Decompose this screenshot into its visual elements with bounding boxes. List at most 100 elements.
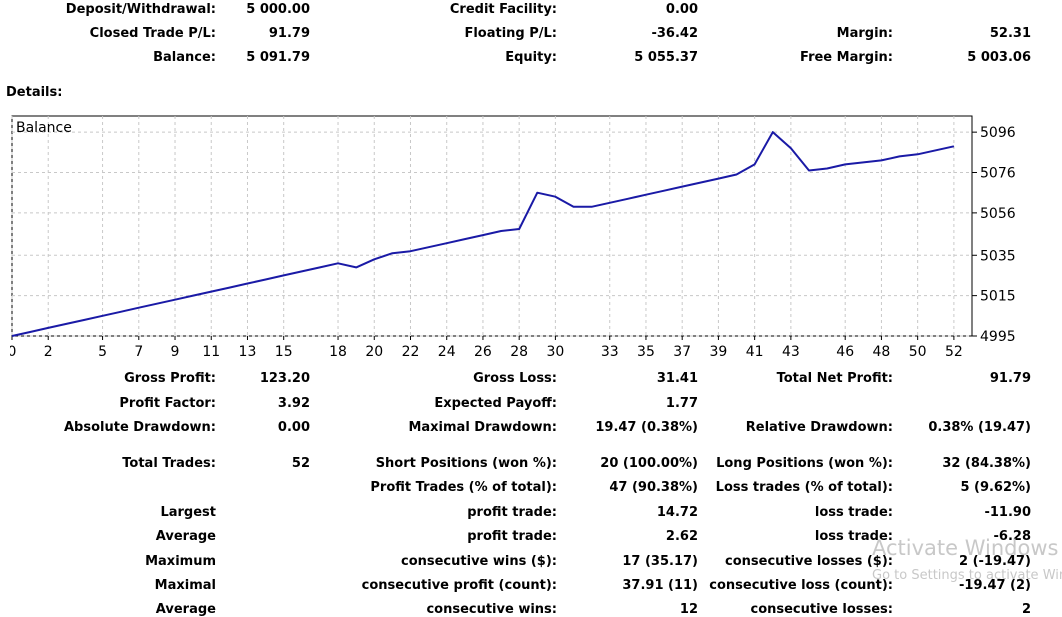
- stats-value: 0.00: [277, 420, 310, 435]
- stats-value: 123.20: [259, 371, 310, 386]
- stats-value: -11.90: [984, 505, 1031, 520]
- summary-label: Closed Trade P/L:: [89, 26, 216, 41]
- stats-label: profit trade:: [467, 505, 557, 520]
- stats-label: consecutive losses ($):: [725, 554, 893, 569]
- y-tick-label: 5035: [980, 248, 1016, 264]
- stats-label: Average: [155, 602, 216, 617]
- details-label: Details:: [6, 85, 63, 100]
- stats-value: 32 (84.38%): [942, 456, 1031, 471]
- x-tick-label: 18: [329, 344, 347, 360]
- x-tick-label: 52: [945, 344, 963, 360]
- stats-value: 52: [291, 456, 310, 471]
- chart-title: Balance: [16, 120, 72, 136]
- x-tick-label: 11: [202, 344, 220, 360]
- balance-chart-svg: 4995501550355056507650960 2 5 7 9 11 13 15 18 20 2…: [8, 115, 1016, 360]
- summary-label: Equity:: [505, 50, 557, 65]
- summary-label: Floating P/L:: [464, 26, 557, 41]
- summary-value: 5 091.79: [246, 50, 310, 65]
- x-tick-label: 7: [134, 344, 143, 360]
- stats-label: Loss trades (% of total):: [715, 480, 893, 495]
- y-tick-label: 5096: [980, 125, 1016, 141]
- stats-label: Profit Factor:: [119, 396, 216, 411]
- x-tick-label: 35: [637, 344, 655, 360]
- stats-label: Total Net Profit:: [776, 371, 893, 386]
- stats-label: Average: [155, 529, 216, 544]
- stats-label: Maximum: [145, 554, 216, 569]
- stats-value: 14.72: [656, 505, 698, 520]
- stats-value: 2: [1021, 602, 1031, 617]
- stats-value: 91.79: [989, 371, 1031, 386]
- summary-value: -36.42: [651, 26, 698, 41]
- stats-value: 17 (35.17): [622, 554, 698, 569]
- stats-value: 37.91 (11): [622, 578, 698, 593]
- x-tick-label: 0: [10, 344, 16, 360]
- x-tick-label: 5: [98, 344, 107, 360]
- summary-value: 5 055.37: [634, 50, 698, 65]
- stats-label: Absolute Drawdown:: [64, 420, 216, 435]
- x-tick-label: 50: [909, 344, 927, 360]
- x-tick-label: 41: [746, 344, 764, 360]
- stats-label: Profit Trades (% of total):: [370, 480, 557, 495]
- x-tick-label: 15: [275, 344, 293, 360]
- stats-label: Expected Payoff:: [434, 396, 557, 411]
- y-tick-label: 5056: [980, 206, 1016, 222]
- stats-label: Long Positions (won %):: [716, 456, 893, 471]
- summary-value: 5 000.00: [246, 2, 310, 17]
- summary-value: 91.79: [268, 26, 310, 41]
- summary-label: Free Margin:: [800, 50, 893, 65]
- summary-value: 0.00: [665, 2, 698, 17]
- y-tick-label: 5076: [980, 166, 1016, 182]
- x-tick-label: 13: [239, 344, 257, 360]
- summary-label: Margin:: [836, 26, 893, 41]
- stats-label: consecutive wins ($):: [400, 554, 557, 569]
- x-tick-label: 9: [171, 344, 180, 360]
- stats-label: Short Positions (won %):: [375, 456, 557, 471]
- stats-value: 47 (90.38%): [609, 480, 698, 495]
- x-tick-label: 22: [402, 344, 420, 360]
- x-tick-label: 43: [782, 344, 800, 360]
- watermark-title: Activate Windows: [872, 536, 1059, 560]
- stats-label: consecutive wins:: [426, 602, 557, 617]
- summary-value: 5 003.06: [967, 50, 1031, 65]
- summary-label: Balance:: [153, 50, 216, 65]
- stats-label: Largest: [160, 505, 216, 520]
- stats-value: 0.38% (19.47): [928, 420, 1031, 435]
- stats-value: 3.92: [277, 396, 310, 411]
- x-tick-label: 39: [710, 344, 728, 360]
- stats-value: 2.62: [665, 529, 698, 544]
- stats-value: 1.77: [665, 396, 698, 411]
- stats-label: Maximal Drawdown:: [408, 420, 557, 435]
- x-tick-label: 33: [601, 344, 619, 360]
- x-tick-label: 48: [873, 344, 891, 360]
- x-tick-label: 30: [546, 344, 564, 360]
- x-tick-label: 37: [673, 344, 691, 360]
- watermark-subtitle: Go to Settings to activate Windows.: [872, 568, 1062, 583]
- stats-label: Gross Profit:: [124, 371, 216, 386]
- x-tick-label: 46: [836, 344, 854, 360]
- x-tick-label: 2: [44, 344, 53, 360]
- stats-label: consecutive loss (count):: [709, 578, 893, 593]
- stats-label: Maximal: [154, 578, 216, 593]
- stats-label: loss trade:: [814, 505, 893, 520]
- summary-value: 52.31: [989, 26, 1031, 41]
- x-tick-label: 20: [365, 344, 383, 360]
- stats-value: 20 (100.00%): [600, 456, 698, 471]
- stats-label: consecutive losses:: [750, 602, 893, 617]
- x-tick-label: 26: [474, 344, 492, 360]
- summary-label: Credit Facility:: [449, 2, 557, 17]
- stats-label: Gross Loss:: [473, 371, 557, 386]
- balance-chart: 4995 5015 5035 5056 5076 5096 0 2 5 7 9 11 13 15 18 20 2…: [8, 114, 1062, 360]
- y-tick-label: 5015: [980, 289, 1016, 305]
- stats-label: Total Trades:: [122, 456, 216, 471]
- stats-value: 5 (9.62%): [960, 480, 1031, 495]
- stats-label: profit trade:: [467, 529, 557, 544]
- x-tick-label: 24: [438, 344, 456, 360]
- stats-label: consecutive profit (count):: [361, 578, 557, 593]
- stats-value: 12: [679, 602, 698, 617]
- stats-label: Relative Drawdown:: [745, 420, 893, 435]
- summary-label: Deposit/Withdrawal:: [65, 2, 216, 17]
- x-tick-label: 28: [510, 344, 528, 360]
- stats-value: 31.41: [656, 371, 698, 386]
- stats-value: 19.47 (0.38%): [595, 420, 698, 435]
- y-tick-label: 4995: [980, 329, 1016, 345]
